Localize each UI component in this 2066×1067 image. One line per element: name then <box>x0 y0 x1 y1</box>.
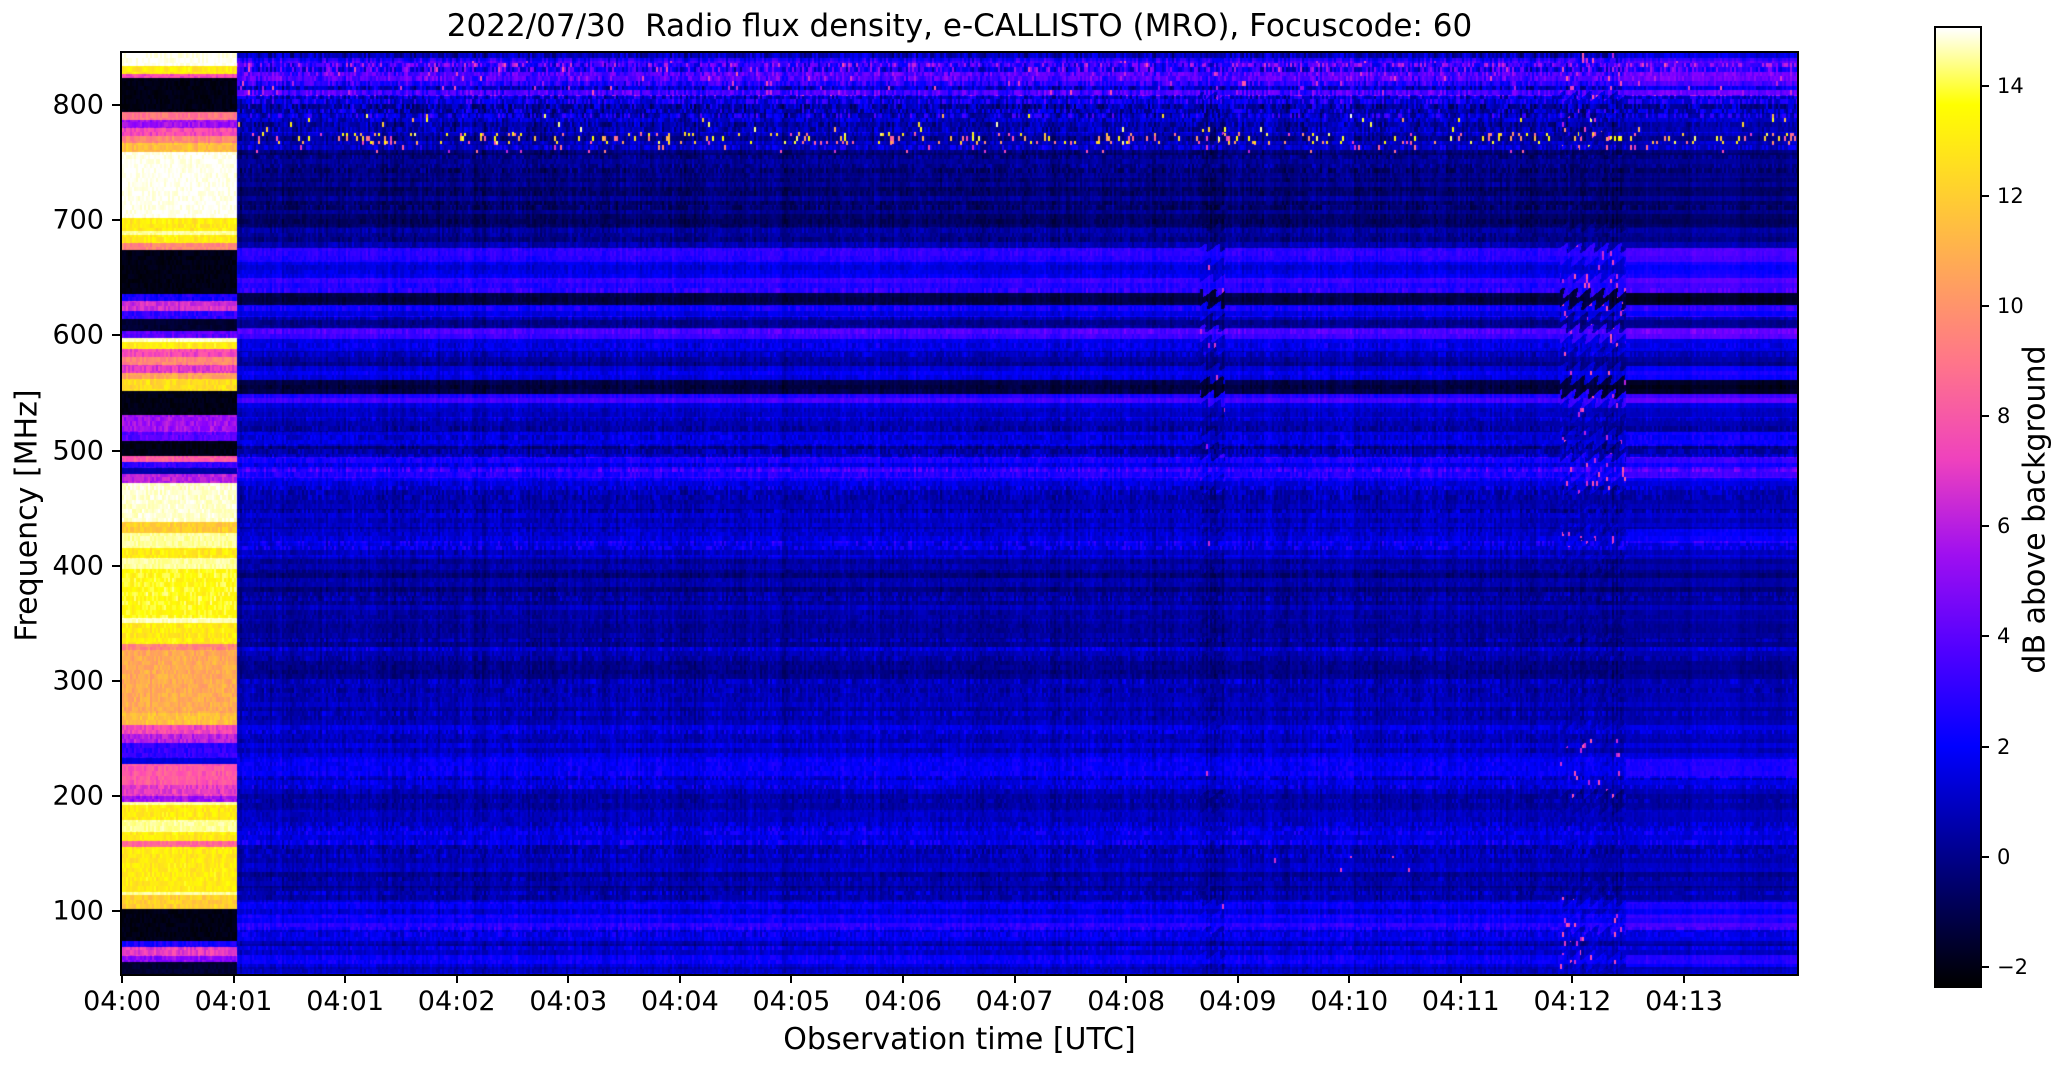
y-tick-mark <box>112 564 120 567</box>
x-tick-mark <box>1459 974 1462 983</box>
x-tick-label: 04:06 <box>864 986 942 1017</box>
x-tick-mark <box>344 974 347 983</box>
x-axis-label: Observation time [UTC] <box>783 1022 1136 1057</box>
colorbar-tick-mark <box>1981 855 1989 858</box>
colorbar-tick-label: 2 <box>1997 734 2011 759</box>
colorbar-tick-mark <box>1981 635 1989 638</box>
x-tick-label: 04:00 <box>83 986 161 1017</box>
x-tick-label: 04:12 <box>1533 986 1612 1017</box>
x-tick-label: 04:02 <box>417 986 496 1017</box>
y-tick-label: 100 <box>52 895 104 927</box>
x-tick-mark <box>790 974 793 983</box>
y-tick-mark <box>112 103 120 106</box>
x-tick-mark <box>678 974 681 983</box>
colorbar-tick-label: −2 <box>1997 954 2028 979</box>
x-tick-mark <box>121 974 123 983</box>
colorbar-tick-label: 6 <box>1997 514 2011 539</box>
y-tick-mark <box>112 334 120 337</box>
x-tick-label: 04:05 <box>752 986 831 1017</box>
spectrogram-canvas <box>122 53 1797 974</box>
x-tick-label: 04:07 <box>975 986 1054 1017</box>
x-tick-mark <box>901 974 904 983</box>
colorbar-tick-label: 0 <box>1997 844 2011 869</box>
y-tick-label: 800 <box>52 89 104 121</box>
heatmap-plot-area <box>120 51 1799 976</box>
x-tick-mark <box>1125 974 1128 983</box>
x-tick-label: 04:01 <box>194 986 273 1017</box>
y-tick-mark <box>112 795 120 798</box>
x-tick-label: 04:13 <box>1645 986 1723 1017</box>
y-tick-label: 600 <box>52 319 104 351</box>
colorbar-tick-label: 4 <box>1997 624 2011 649</box>
spectrogram-figure: 2022/07/30 Radio flux density, e-CALLIST… <box>0 0 2066 1067</box>
y-tick-mark <box>112 219 120 222</box>
colorbar-label: dB above background <box>2017 345 2053 674</box>
x-tick-label: 04:11 <box>1421 986 1500 1017</box>
y-tick-mark <box>112 679 120 682</box>
x-tick-label: 04:09 <box>1198 986 1277 1017</box>
y-tick-label: 200 <box>52 780 104 812</box>
x-tick-mark <box>455 974 458 983</box>
y-tick-mark <box>112 449 120 452</box>
x-tick-mark <box>1348 974 1351 983</box>
x-tick-mark <box>567 974 570 983</box>
colorbar-tick-mark <box>1981 525 1989 528</box>
colorbar-tick-mark <box>1981 305 1989 308</box>
x-tick-mark <box>1571 974 1574 983</box>
x-tick-mark <box>232 974 235 983</box>
x-tick-label: 04:04 <box>640 986 719 1017</box>
colorbar-tick-label: 12 <box>1997 183 2024 208</box>
colorbar-tick-label: 8 <box>1997 404 2011 429</box>
x-tick-label: 04:10 <box>1310 986 1389 1017</box>
y-tick-label: 400 <box>52 550 104 582</box>
x-tick-mark <box>1013 974 1016 983</box>
colorbar-tick-mark <box>1981 965 1989 968</box>
colorbar-tick-mark <box>1981 745 1989 748</box>
x-tick-mark <box>1236 974 1239 983</box>
colorbar-tick-mark <box>1981 415 1989 418</box>
y-tick-label: 300 <box>52 665 104 697</box>
y-tick-label: 500 <box>52 435 104 467</box>
colorbar-tick-mark <box>1981 194 1989 197</box>
chart-title: 2022/07/30 Radio flux density, e-CALLIST… <box>446 8 1473 44</box>
colorbar-tick-label: 14 <box>1997 73 2024 98</box>
x-tick-label: 04:08 <box>1087 986 1166 1017</box>
colorbar-tick-mark <box>1981 84 1989 87</box>
x-tick-label: 04:03 <box>529 986 608 1017</box>
y-axis-label: Frequency [MHz] <box>9 389 45 642</box>
y-tick-label: 700 <box>52 204 104 236</box>
colorbar <box>1934 26 1982 988</box>
y-tick-mark <box>112 910 120 913</box>
x-tick-label: 04:01 <box>306 986 385 1017</box>
x-tick-mark <box>1682 974 1685 983</box>
